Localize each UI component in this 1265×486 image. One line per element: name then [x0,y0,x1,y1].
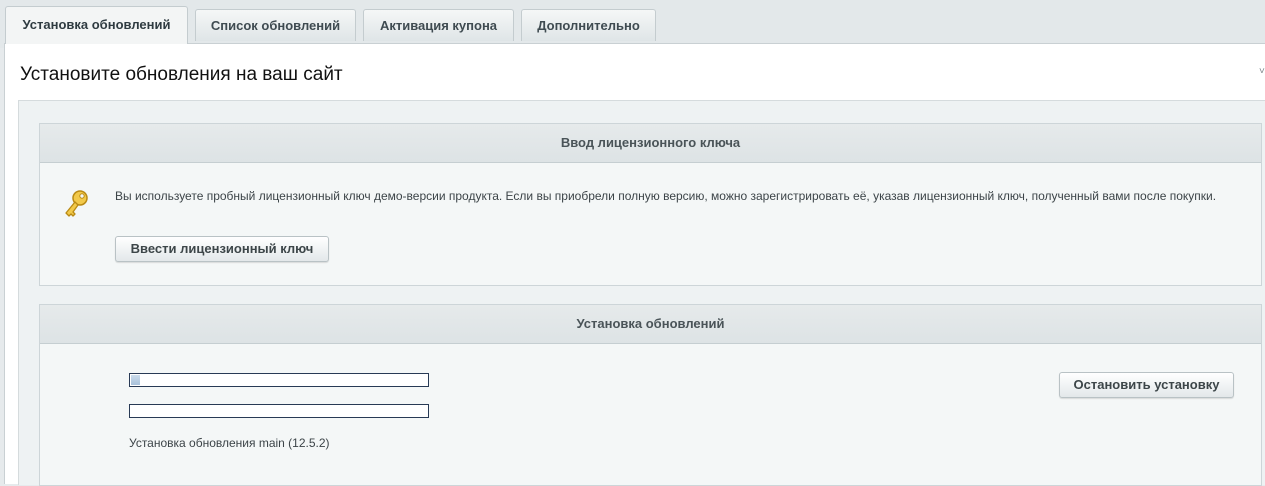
tab-install-updates[interactable]: Установка обновлений [5,6,188,44]
install-section-title: Установка обновлений [40,305,1261,344]
tab-additional[interactable]: Дополнительно [521,9,656,41]
collapse-icon[interactable]: ˅ [1259,67,1265,77]
updates-panel: Ввод лицензионного ключа Вы используете … [18,100,1265,486]
tab-bar: Установка обновлений Список обновлений А… [0,0,1265,48]
install-status-text: Установка обновления main (12.5.2) [129,436,330,450]
key-icon [65,190,88,217]
stop-installation-button[interactable]: Остановить установку [1059,372,1234,398]
page-title: Установите обновления на ваш сайт [20,64,343,85]
install-updates-section: Установка обновлений Установка обновлени… [39,304,1262,486]
license-notice-text: Вы используете пробный лицензионный ключ… [115,189,1217,203]
tab-coupon-activation[interactable]: Активация купона [363,9,514,41]
current-progress-bar [129,404,429,418]
tab-content: Установите обновления на ваш сайт ˅ Ввод… [4,43,1265,486]
license-key-section: Ввод лицензионного ключа Вы используете … [39,123,1262,286]
enter-license-key-button[interactable]: Ввести лицензионный ключ [115,236,329,262]
license-section-title: Ввод лицензионного ключа [40,124,1261,163]
overall-progress-bar [129,373,429,387]
overall-progress-fill [131,375,140,385]
tab-updates-list[interactable]: Список обновлений [195,9,356,41]
